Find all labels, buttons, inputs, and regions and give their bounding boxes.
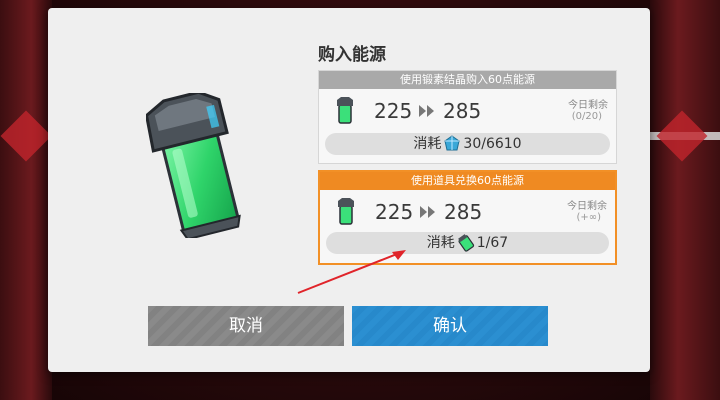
annotation-arrow-icon [297, 250, 406, 294]
crystal-purchase-option[interactable]: 使用锻素结晶购入60点能源 225 285 今日剩余 (0/20) 消耗 30/… [318, 70, 617, 164]
remaining-today-label: 今日剩余 [567, 201, 607, 212]
energy-from-value: 225 [374, 99, 413, 123]
energy-capsule-icon [337, 97, 353, 124]
energy-change-row: 225 285 今日剩余 (0/20) [319, 89, 616, 131]
energy-to-value: 285 [444, 200, 483, 224]
dialog-title: 购入能源 [318, 45, 386, 65]
background-left-panel [0, 0, 52, 400]
energy-from-value: 225 [375, 200, 414, 224]
energy-to-value: 285 [443, 99, 482, 123]
cost-value: 30/6610 [463, 136, 522, 152]
confirm-button[interactable]: 确认 [352, 306, 548, 346]
cost-label: 消耗 [413, 136, 442, 152]
cancel-button[interactable]: 取消 [148, 306, 344, 346]
remaining-today-count: (0/20) [571, 111, 602, 122]
background-right-panel [650, 0, 720, 400]
double-arrow-icon [419, 105, 434, 117]
cost-label: 消耗 [426, 235, 455, 251]
remaining-today-label: 今日剩余 [568, 100, 608, 111]
energy-capsule-icon [146, 93, 241, 238]
crystal-icon [444, 135, 460, 151]
option-header: 使用道具兑换60点能源 [320, 172, 615, 190]
double-arrow-icon [420, 206, 435, 218]
purchase-energy-dialog: 购入能源 使用锻素结晶购入60点能源 225 285 今日剩余 (0/20) 消… [48, 8, 650, 372]
energy-change-row: 225 285 今日剩余 (+∞) [320, 190, 615, 232]
remaining-today-count: (+∞) [576, 212, 601, 223]
battery-item-icon [457, 234, 474, 252]
cost-value: 1/67 [476, 235, 509, 251]
cost-bar: 消耗 30/6610 [325, 133, 610, 155]
energy-capsule-icon [338, 198, 354, 225]
option-header: 使用锻素结晶购入60点能源 [319, 71, 616, 89]
